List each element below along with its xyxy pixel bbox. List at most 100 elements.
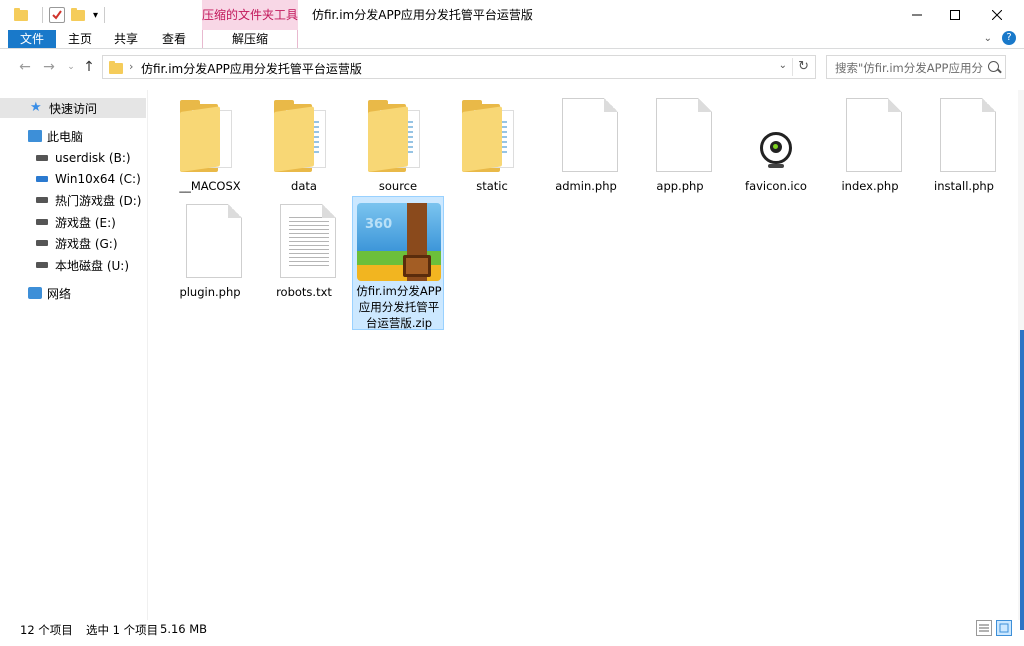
status-bar: 12 个项目 选中 1 个项目 5.16 MB xyxy=(0,620,1024,640)
file-name: install.php xyxy=(934,179,994,193)
customize-toolbar-icon[interactable]: ▾ xyxy=(93,10,98,21)
file-name-line: 应用分发托管平 xyxy=(358,300,440,314)
sidebar-item-drive-c[interactable]: Win10x64 (C:) xyxy=(0,169,146,189)
file-name: index.php xyxy=(841,179,899,193)
file-name: favicon.ico xyxy=(745,179,807,193)
sidebar-item-drive-e[interactable]: 游戏盘 (E:) xyxy=(0,212,146,232)
file-item-app-php[interactable]: app.php xyxy=(634,92,726,196)
help-icon[interactable]: ? xyxy=(1002,31,1016,45)
file-item-admin-php[interactable]: admin.php xyxy=(540,92,632,196)
selection-count: 选中 1 个项目 xyxy=(86,623,159,637)
refresh-icon[interactable]: ↻ xyxy=(798,59,809,74)
document-icon xyxy=(918,92,1010,174)
drive-icon xyxy=(36,262,48,268)
file-item-install-php[interactable]: install.php xyxy=(918,92,1010,196)
sidebar-item-network[interactable]: 网络 xyxy=(0,283,146,303)
sidebar-item-label: Win10x64 (C:) xyxy=(55,172,141,186)
up-button[interactable]: ↑ xyxy=(80,58,98,76)
sidebar-item-label: 此电脑 xyxy=(47,129,84,144)
pc-icon xyxy=(28,130,42,142)
folder-icon[interactable] xyxy=(14,7,30,23)
drive-icon xyxy=(36,155,48,161)
search-input[interactable]: 搜索"仿fir.im分发APP应用分... xyxy=(826,55,1006,79)
windows-drive-icon xyxy=(36,176,48,182)
file-name: source xyxy=(378,179,418,193)
folder-icon xyxy=(164,92,256,174)
sidebar-item-quick-access[interactable]: ★ 快速访问 xyxy=(0,98,146,118)
file-item-static[interactable]: static xyxy=(446,92,538,196)
file-item-favicon[interactable]: favicon.ico xyxy=(730,92,822,196)
close-button[interactable] xyxy=(974,0,1020,30)
search-icon[interactable] xyxy=(988,61,999,72)
address-bar[interactable]: › 仿fir.im分发APP应用分发托管平台运营版 ⌄ ↻ xyxy=(102,55,816,79)
forward-button[interactable]: → xyxy=(40,58,58,76)
file-item-macosx[interactable]: __MACOSX xyxy=(164,92,256,196)
file-name-line: 台运营版.zip xyxy=(365,316,433,330)
sidebar-item-this-pc[interactable]: 此电脑 xyxy=(0,126,146,146)
new-folder-icon[interactable] xyxy=(71,7,87,23)
sidebar-item-label: userdisk (B:) xyxy=(55,151,131,165)
explorer-window: ▾ 压缩的文件夹工具 仿fir.im分发APP应用分发托管平台运营版 文件 主页… xyxy=(0,0,1024,646)
desktop-edge xyxy=(1020,330,1024,630)
file-name-line: 仿fir.im分发APP xyxy=(356,284,442,298)
ribbon-divider xyxy=(0,48,1024,49)
selection-size: 5.16 MB xyxy=(160,622,208,636)
tab-share[interactable]: 共享 xyxy=(108,30,144,48)
details-view-button[interactable] xyxy=(976,620,992,636)
document-icon xyxy=(824,92,916,174)
drive-icon xyxy=(36,240,48,246)
quick-access-toolbar: ▾ xyxy=(14,6,111,24)
document-icon xyxy=(634,92,726,174)
address-divider xyxy=(792,58,793,76)
sidebar-item-drive-u[interactable]: 本地磁盘 (U:) xyxy=(0,255,146,275)
folder-icon xyxy=(446,92,538,174)
file-item-plugin-php[interactable]: plugin.php xyxy=(164,198,256,302)
drive-icon xyxy=(36,219,48,225)
properties-icon[interactable] xyxy=(49,7,65,23)
maximize-button[interactable] xyxy=(932,0,978,30)
recent-locations-button[interactable]: ⌄ xyxy=(62,58,80,76)
toolbar-divider xyxy=(42,7,43,23)
file-name: __MACOSX xyxy=(179,179,241,193)
folder-icon xyxy=(258,92,350,174)
back-button[interactable]: ← xyxy=(16,58,34,76)
ribbon-tabs: 文件 主页 共享 查看 解压缩 ⌄ ? xyxy=(0,30,1024,48)
tab-file[interactable]: 文件 xyxy=(8,30,56,48)
large-icons-view-button[interactable] xyxy=(996,620,1012,636)
folder-icon xyxy=(352,92,444,174)
navigation-pane: ★ 快速访问 此电脑 userdisk (B:) Win10x64 (C:) 热… xyxy=(0,90,148,620)
file-name: robots.txt xyxy=(276,285,332,299)
chevron-down-icon[interactable]: ⌄ xyxy=(779,60,787,71)
sidebar-item-drive-g[interactable]: 游戏盘 (G:) xyxy=(0,233,146,253)
webcam-icon xyxy=(730,92,822,174)
search-placeholder: 搜索"仿fir.im分发APP应用分... xyxy=(835,61,983,75)
sidebar-item-drive-d[interactable]: 热门游戏盘 (D:) xyxy=(0,190,146,210)
breadcrumb[interactable]: 仿fir.im分发APP应用分发托管平台运营版 xyxy=(141,60,362,77)
tab-home[interactable]: 主页 xyxy=(62,30,98,48)
context-tab-group: 压缩的文件夹工具 xyxy=(202,0,298,30)
file-item-source[interactable]: source xyxy=(352,92,444,196)
document-icon xyxy=(540,92,632,174)
file-name: 仿fir.im分发APP 应用分发托管平 台运营版.zip xyxy=(353,283,445,331)
file-item-data[interactable]: data xyxy=(258,92,350,196)
title-bar: ▾ 压缩的文件夹工具 仿fir.im分发APP应用分发托管平台运营版 xyxy=(0,0,1024,30)
file-item-zip[interactable]: 360 仿fir.im分发APP 应用分发托管平 台运营版.zip xyxy=(352,196,444,330)
sidebar-item-drive-b[interactable]: userdisk (B:) xyxy=(0,148,146,168)
archive-icon: 360 xyxy=(353,197,445,281)
folder-icon xyxy=(109,61,123,74)
item-count: 12 个项目 xyxy=(20,623,73,637)
star-icon: ★ xyxy=(30,100,42,115)
file-item-robots-txt[interactable]: robots.txt xyxy=(258,198,350,302)
ribbon-controls: ⌄ ? xyxy=(984,31,1016,45)
drive-icon xyxy=(36,197,48,203)
tab-extract[interactable]: 解压缩 xyxy=(202,30,298,48)
file-name: admin.php xyxy=(555,179,617,193)
tab-view[interactable]: 查看 xyxy=(156,30,192,48)
file-item-index-php[interactable]: index.php xyxy=(824,92,916,196)
archive-brand-text: 360 xyxy=(365,217,393,232)
breadcrumb-separator[interactable]: › xyxy=(129,60,133,73)
sidebar-item-label: 快速访问 xyxy=(49,101,98,116)
file-list: __MACOSX data source static admin.php ap… xyxy=(150,90,1020,620)
expand-ribbon-icon[interactable]: ⌄ xyxy=(984,33,992,44)
file-name: static xyxy=(476,179,508,193)
